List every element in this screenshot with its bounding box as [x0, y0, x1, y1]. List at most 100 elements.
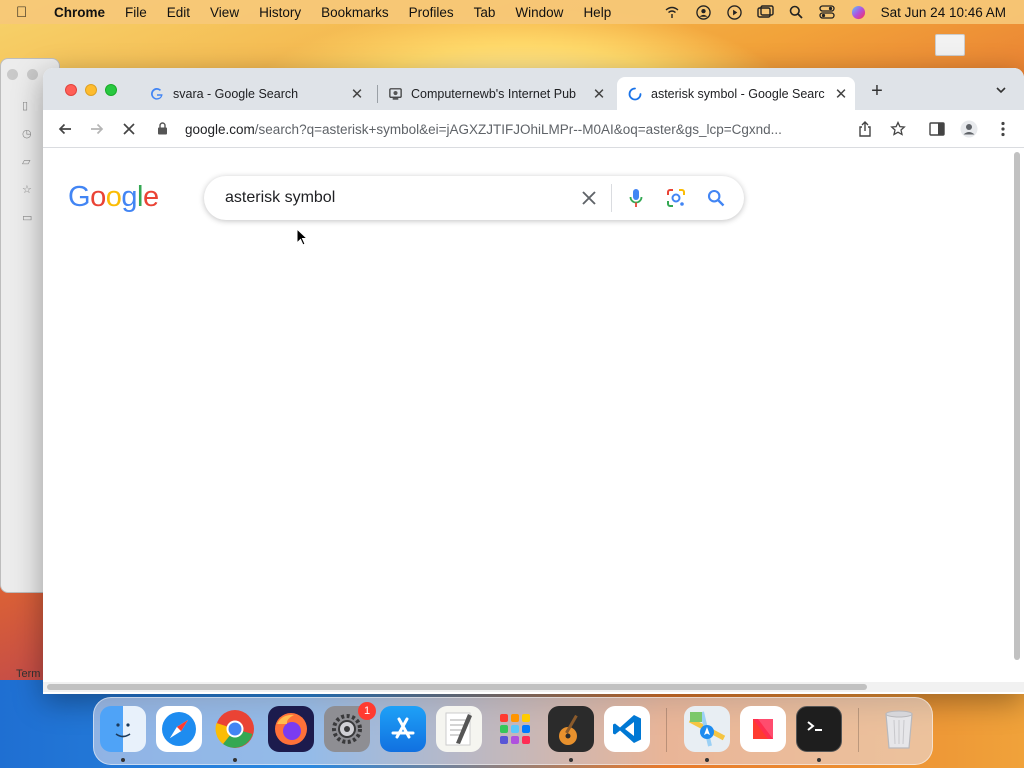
apple-menu-icon[interactable]: : [16, 4, 42, 21]
dock: 1: [93, 697, 933, 765]
more-menu-icon[interactable]: [993, 119, 1013, 139]
menu-file[interactable]: File: [115, 5, 157, 20]
spotlight-search-icon[interactable]: [788, 4, 805, 21]
bookmark-star-icon[interactable]: [888, 119, 908, 139]
menu-view[interactable]: View: [200, 5, 249, 20]
terminal-icon[interactable]: [796, 706, 842, 752]
stop-loading-button[interactable]: [119, 119, 139, 139]
menu-bar-clock[interactable]: Sat Jun 24 10:46 AM: [881, 5, 1006, 20]
search-submit-icon[interactable]: [704, 186, 728, 210]
menu-bar-status-area: Sat Jun 24 10:46 AM: [664, 4, 1024, 21]
document-icon[interactable]: ▯: [22, 99, 34, 112]
window-close-button[interactable]: [65, 84, 77, 96]
loading-spinner-icon: [627, 86, 643, 102]
running-indicator: [817, 758, 821, 762]
url-path: /search?q=asterisk+symbol&ei=jAGXZJTIFJO…: [254, 121, 782, 137]
running-indicator: [569, 758, 573, 762]
tab-title: svara - Google Search: [173, 86, 299, 101]
star-icon[interactable]: ☆: [22, 183, 34, 196]
google-search-page: Google asterisk symbol: [43, 148, 1009, 684]
dock-separator: [666, 708, 667, 752]
news-icon[interactable]: [740, 706, 786, 752]
folder-icon[interactable]: ▭: [22, 211, 34, 224]
desktop-document-icon[interactable]: [935, 34, 965, 56]
screen-mirroring-icon[interactable]: [756, 4, 774, 21]
search-box[interactable]: asterisk symbol: [204, 176, 744, 220]
side-panel-icon[interactable]: [927, 119, 947, 139]
share-icon[interactable]: [855, 119, 875, 139]
tab-computernewb[interactable]: Computernewb's Internet Pub ✕: [379, 77, 613, 110]
garageband-icon[interactable]: [548, 706, 594, 752]
background-window-terms-text: Term: [16, 668, 41, 680]
voice-search-icon[interactable]: [624, 186, 648, 210]
tab-close-icon[interactable]: ✕: [349, 86, 365, 103]
menu-help[interactable]: Help: [573, 5, 621, 20]
dock-separator: [858, 708, 859, 752]
app-store-icon[interactable]: [380, 706, 426, 752]
background-window-close-button[interactable]: [7, 69, 18, 80]
menu-app-chrome[interactable]: Chrome: [42, 5, 115, 20]
logo-letter: o: [90, 181, 106, 213]
address-bar-url: google.com/search?q=asterisk+symbol&ei=j…: [185, 122, 782, 137]
finder-icon[interactable]: [100, 706, 146, 752]
maps-icon[interactable]: [684, 706, 730, 752]
tab-search-chevron-icon[interactable]: [993, 84, 1009, 100]
firefox-icon[interactable]: [268, 706, 314, 752]
google-chrome-icon[interactable]: [212, 706, 258, 752]
user-account-icon[interactable]: [695, 4, 712, 21]
forward-button[interactable]: [87, 119, 107, 139]
play-circle-icon[interactable]: [726, 4, 743, 21]
tab-close-icon[interactable]: ✕: [591, 86, 607, 103]
menu-bar:  Chrome File Edit View History Bookmark…: [0, 0, 1024, 24]
logo-letter: o: [105, 181, 122, 213]
window-zoom-button[interactable]: [105, 84, 117, 96]
menu-history[interactable]: History: [249, 5, 311, 20]
control-center-icon[interactable]: [819, 4, 836, 21]
profile-avatar-icon[interactable]: [959, 119, 979, 139]
url-domain: google.com: [185, 121, 255, 137]
menu-window[interactable]: Window: [505, 5, 573, 20]
trash-icon[interactable]: [876, 706, 922, 752]
wifi-off-icon[interactable]: [664, 4, 681, 21]
new-tab-button[interactable]: +: [867, 81, 887, 102]
launchpad-icon[interactable]: [492, 706, 538, 752]
clock-icon[interactable]: ◷: [22, 127, 34, 140]
logo-letter: e: [142, 181, 159, 213]
google-logo[interactable]: Google: [68, 181, 159, 214]
horizontal-scrollbar[interactable]: [43, 682, 1024, 692]
notification-badge: 1: [358, 702, 376, 720]
address-bar[interactable]: google.com/search?q=asterisk+symbol&ei=j…: [153, 115, 853, 143]
tab-separator: [377, 85, 378, 103]
menu-profiles[interactable]: Profiles: [399, 5, 464, 20]
horizontal-scrollbar-thumb[interactable]: [47, 684, 867, 690]
running-indicator: [121, 758, 125, 762]
tab-svara-search[interactable]: svara - Google Search ✕: [139, 77, 371, 110]
tab-asterisk-search[interactable]: asterisk symbol - Google Searc ✕: [617, 77, 855, 110]
background-window-minimize-button[interactable]: [27, 69, 38, 80]
lens-search-icon[interactable]: [664, 186, 688, 210]
applications-icon[interactable]: ▱: [22, 155, 34, 168]
menu-edit[interactable]: Edit: [157, 5, 200, 20]
tab-title: asterisk symbol - Google Searc: [651, 86, 825, 101]
window-minimize-button[interactable]: [85, 84, 97, 96]
back-button[interactable]: [55, 119, 75, 139]
search-input[interactable]: asterisk symbol: [225, 189, 577, 207]
visual-studio-code-icon[interactable]: [604, 706, 650, 752]
lock-icon[interactable]: [157, 122, 171, 136]
running-indicator: [705, 758, 709, 762]
tab-close-icon[interactable]: ✕: [833, 86, 849, 103]
logo-letter: g: [121, 181, 137, 213]
textedit-icon[interactable]: [436, 706, 482, 752]
logo-letter: G: [68, 181, 91, 213]
siri-icon[interactable]: [850, 4, 867, 21]
chrome-window: svara - Google Search ✕ Computernewb's I…: [43, 68, 1024, 694]
clear-search-icon[interactable]: [577, 186, 601, 210]
safari-icon[interactable]: [156, 706, 202, 752]
menu-tab[interactable]: Tab: [464, 5, 506, 20]
system-settings-icon[interactable]: 1: [324, 702, 376, 752]
mouse-cursor-icon: [296, 228, 308, 246]
running-indicator: [233, 758, 237, 762]
menu-bookmarks[interactable]: Bookmarks: [311, 5, 399, 20]
vertical-scrollbar-thumb[interactable]: [1014, 152, 1020, 660]
vertical-scrollbar[interactable]: [1013, 150, 1021, 662]
